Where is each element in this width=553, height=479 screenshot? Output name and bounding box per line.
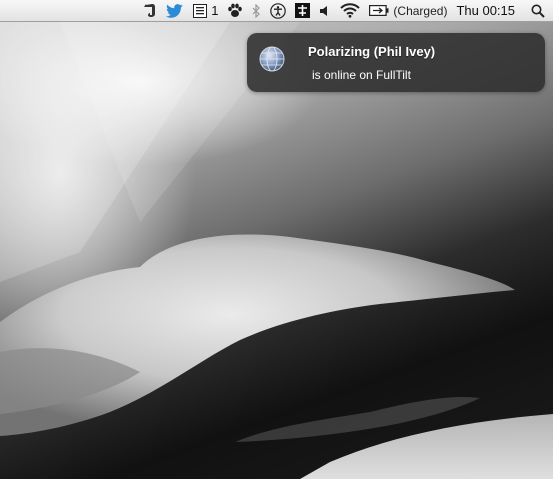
tool-icon[interactable] — [295, 0, 311, 22]
paw-icon[interactable] — [227, 0, 243, 22]
battery-status-label: (Charged) — [393, 3, 448, 18]
battery-icon — [369, 5, 389, 16]
battery-status[interactable]: (Charged) — [369, 0, 447, 22]
notification-message: is online on FullTilt — [312, 68, 411, 82]
clock-label: Thu 00:15 — [456, 3, 515, 18]
volume-icon[interactable] — [319, 0, 331, 22]
globe-icon — [259, 46, 285, 72]
twitter-icon[interactable] — [166, 0, 184, 22]
desktop-screen: 1 (Charged) Thu 00:15 Polarizing (Phil I… — [0, 0, 553, 479]
notes-list-item[interactable]: 1 — [193, 0, 218, 22]
accessibility-icon[interactable] — [270, 0, 287, 22]
growl-notification[interactable]: Polarizing (Phil Ivey) is online on Full… — [247, 33, 545, 92]
wifi-icon[interactable] — [340, 0, 361, 22]
clock[interactable]: Thu 00:15 — [456, 0, 515, 22]
menu-bar: 1 (Charged) Thu 00:15 — [0, 0, 553, 22]
notification-title: Polarizing (Phil Ivey) — [308, 44, 436, 59]
evernote-icon[interactable] — [143, 0, 157, 22]
bluetooth-icon[interactable] — [252, 0, 261, 22]
spotlight-search-icon[interactable] — [531, 0, 545, 22]
notes-count: 1 — [211, 3, 219, 18]
notes-list-icon — [193, 3, 208, 18]
